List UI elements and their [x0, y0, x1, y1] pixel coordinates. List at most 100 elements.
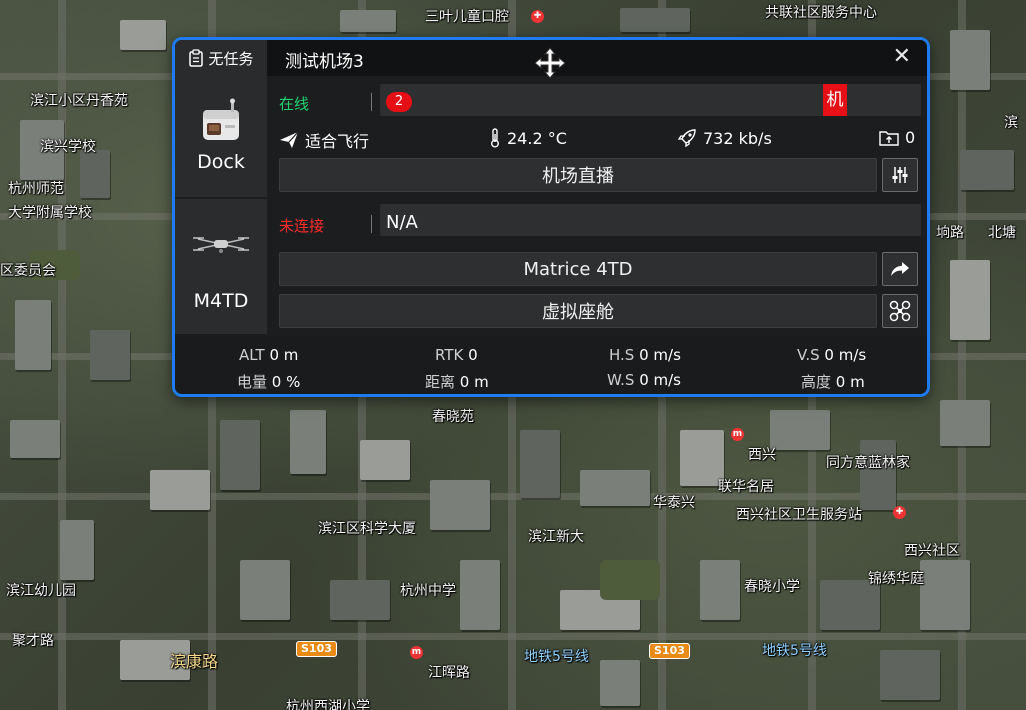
map-label: 杭州中学: [400, 583, 456, 599]
map-label: 杭州师范: [8, 181, 64, 197]
drone-label: M4TD: [193, 290, 249, 312]
map-label: 锦绣华庭: [868, 571, 924, 587]
battery-readout: 电量 0 %: [237, 371, 300, 392]
alert-tag[interactable]: 机: [823, 84, 847, 116]
map-label: 三叶儿童口腔: [425, 9, 509, 25]
map-label: 西兴社区: [904, 543, 960, 559]
drone-value: N/A: [386, 212, 418, 233]
map-label: 同方意蓝林家: [826, 455, 910, 471]
panel-titlebar[interactable]: 无任务 测试机场3 ✕: [175, 40, 927, 79]
map-label: 滨江幼儿园: [6, 583, 76, 599]
folder-upload-icon: [879, 131, 899, 146]
map-label: 杭州西湖小学: [286, 699, 370, 710]
map-label: 滨: [1004, 115, 1018, 131]
dock-live-button[interactable]: 机场直播: [279, 158, 877, 192]
map-label: 滨江小区丹香苑: [30, 93, 128, 109]
quadcopter-icon: [889, 300, 911, 322]
vs-readout: V.S 0 m/s: [797, 346, 866, 364]
dock-settings-button[interactable]: [882, 158, 918, 192]
map-label: 春晓小学: [744, 579, 800, 595]
drone-model-button[interactable]: Matrice 4TD: [279, 252, 877, 286]
road-label: 滨康路: [170, 652, 219, 671]
dock-status: 在线: [279, 95, 310, 113]
dock-panel[interactable]: 无任务 测试机场3 ✕ Dock 在线 2 机 适合飞行 24.2 °C 732…: [172, 37, 930, 397]
map-label: 大学附属学校: [8, 205, 92, 221]
hs-label: H.S: [609, 346, 635, 364]
dock-sidebar: Dock: [175, 76, 267, 197]
hs-value: 0 m/s: [639, 346, 681, 364]
map-label: 共联社区服务中心: [765, 5, 877, 21]
temperature-value: 24.2 °C: [507, 128, 567, 148]
share-button[interactable]: [882, 252, 918, 286]
rtk-readout: RTK 0: [435, 346, 478, 364]
panel-title: 测试机场3: [285, 52, 364, 72]
drone-control-button[interactable]: [882, 294, 918, 328]
close-button[interactable]: ✕: [893, 46, 911, 68]
paper-plane-icon: [280, 131, 299, 148]
drone-icon: [193, 237, 249, 253]
metro-label: 地铁5号线: [524, 649, 589, 665]
dock-live-label: 机场直播: [542, 166, 614, 187]
virtual-cockpit-label: 虚拟座舱: [542, 302, 614, 323]
map-label: 西兴: [748, 447, 776, 463]
dock-device-icon: [203, 98, 239, 140]
dock-label: Dock: [197, 151, 245, 173]
road-shield: S103: [649, 643, 690, 659]
ws-label: W.S: [607, 371, 635, 389]
distance-readout: 距离 0 m: [425, 371, 489, 392]
height-label: 高度: [801, 373, 832, 391]
drone-message-bar[interactable]: [380, 204, 921, 236]
map-label: 滨兴学校: [40, 139, 96, 155]
divider: [371, 215, 372, 233]
drone-sidebar: M4TD: [175, 199, 267, 334]
distance-value: 0 m: [459, 373, 489, 391]
map-label: 区委员会: [0, 263, 56, 279]
weather-label: 适合飞行: [305, 132, 370, 151]
height-readout: 高度 0 m: [801, 371, 865, 392]
task-status-tag: 无任务: [175, 40, 267, 76]
map-label: 华泰兴: [653, 495, 695, 511]
road-shield: S103: [296, 641, 337, 657]
battery-label: 电量: [237, 373, 268, 391]
hs-readout: H.S 0 m/s: [609, 346, 681, 364]
rtk-value: 0: [468, 346, 478, 364]
map-label: 西兴社区卫生服务站: [736, 507, 862, 523]
weather-info: 适合飞行: [279, 128, 369, 152]
move-icon[interactable]: [533, 46, 567, 80]
vs-label: V.S: [797, 346, 820, 364]
files-info: 0: [879, 128, 915, 147]
map-label: 江晖路: [428, 665, 470, 681]
vs-value: 0 m/s: [824, 346, 867, 364]
alt-label: ALT: [239, 346, 265, 364]
thermometer-icon: [491, 128, 499, 148]
share-arrow-icon: [891, 262, 909, 276]
map-label: 聚才路: [12, 633, 54, 649]
ws-value: 0 m/s: [639, 371, 681, 389]
rocket-icon: [677, 129, 696, 148]
divider: [371, 93, 372, 111]
height-value: 0 m: [835, 373, 865, 391]
distance-label: 距离: [425, 373, 456, 391]
drone-status: 未连接: [279, 217, 325, 235]
alt-readout: ALT 0 m: [239, 346, 298, 364]
drone-model-label: Matrice 4TD: [523, 258, 633, 280]
speed-value: 732 kb/s: [703, 128, 772, 148]
telemetry-footer: ALT 0 m RTK 0 H.S 0 m/s V.S 0 m/s 电量 0 %…: [175, 336, 927, 394]
temperature-info: 24.2 °C: [489, 128, 567, 148]
metro-label: 地铁5号线: [762, 643, 827, 659]
map-label: 联华名居: [718, 479, 774, 495]
clipboard-icon: [189, 49, 204, 67]
ws-readout: W.S 0 m/s: [607, 371, 681, 389]
sliders-icon: [892, 167, 908, 183]
map-label: 春晓苑: [432, 409, 474, 425]
virtual-cockpit-button[interactable]: 虚拟座舱: [279, 294, 877, 328]
rtk-label: RTK: [435, 346, 464, 364]
alert-count-badge[interactable]: 2: [386, 92, 412, 112]
map-label: 北塘: [988, 225, 1016, 241]
map-label: 滨江区科学大厦: [318, 521, 416, 537]
alt-value: 0 m: [269, 346, 299, 364]
map-label: 滨江新大: [528, 529, 584, 545]
speed-info: 732 kb/s: [677, 128, 772, 148]
files-count: 0: [905, 128, 916, 147]
task-status-label: 无任务: [208, 49, 254, 68]
